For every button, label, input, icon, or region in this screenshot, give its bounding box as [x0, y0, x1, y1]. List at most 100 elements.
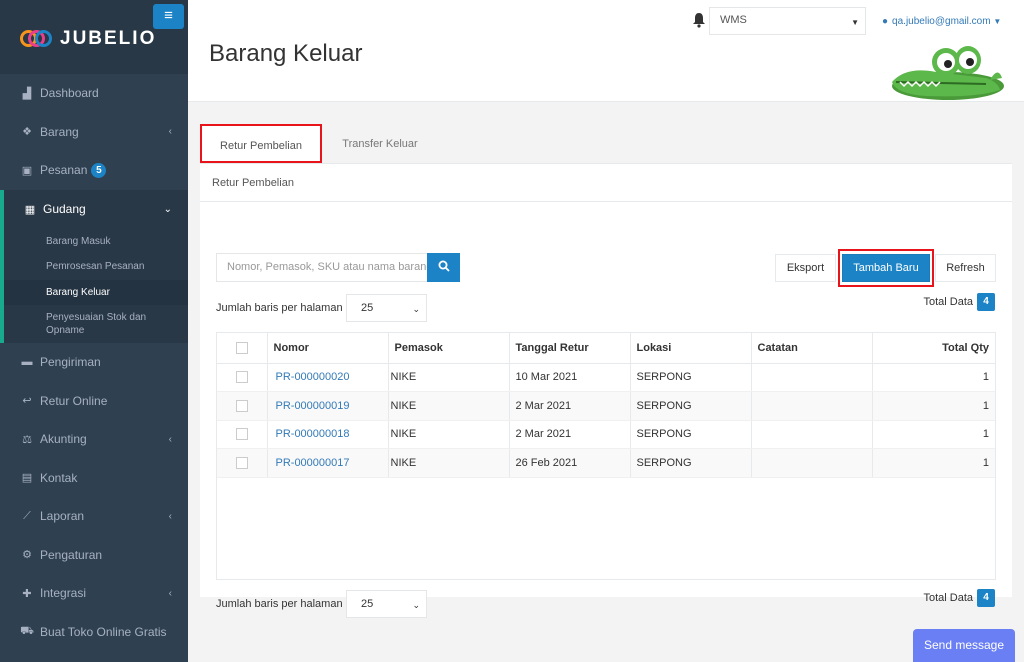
pemasok-cell: NIKE	[388, 391, 510, 421]
puzzle-icon: ✚	[22, 587, 32, 600]
gift-icon: ▣	[21, 164, 33, 177]
cubes-icon: ❖	[22, 126, 32, 139]
sidebar-item-label: Barang	[40, 124, 79, 139]
total-data-bottom: Total Data 4	[923, 589, 995, 607]
qty-cell: 1	[872, 420, 995, 449]
total-data: Total Data 4	[923, 293, 995, 311]
nomor-link[interactable]: PR-000000017	[267, 448, 389, 478]
chevron-left-icon: ‹	[168, 126, 172, 138]
jubelio-logo[interactable]: JUBELIO	[20, 28, 156, 50]
caret-down-icon: ▼	[851, 18, 859, 27]
sidebar-item-gudang[interactable]: ▦ Gudang ⌄	[0, 189, 188, 229]
column-header[interactable]: Lokasi	[630, 333, 752, 364]
send-message-button[interactable]: Send message	[913, 629, 1015, 662]
rows-per-page-select-bottom[interactable]: 25 ⌄	[346, 590, 427, 618]
sidebar-item-pengaturan[interactable]: ⚙ Pengaturan	[0, 536, 188, 575]
qty-cell: 1	[872, 363, 995, 392]
qty-cell: 1	[872, 448, 995, 478]
select-all-checkbox[interactable]	[217, 333, 268, 364]
user-menu[interactable]: ● qa.jubelio@gmail.com ▼	[882, 16, 1001, 27]
sidebar-item-laporan[interactable]: ⟋ Laporan ‹	[0, 497, 188, 536]
table-row[interactable]: PR-000000018 NIKE 2 Mar 2021 SERPONG 1	[217, 420, 995, 449]
chart-area-icon: ▟	[22, 87, 32, 100]
sidebar-item-label: Akunting	[40, 432, 87, 447]
building-icon: ▦	[24, 203, 36, 216]
panel-title: Retur Pembelian	[200, 164, 1012, 202]
row-checkbox[interactable]	[217, 448, 268, 478]
submenu-item-penyesuaian-stok[interactable]: Penyesuaian Stok dan Opname	[4, 305, 188, 343]
tanggal-cell: 2 Mar 2021	[509, 391, 631, 421]
pesanan-count-badge: 5	[91, 162, 107, 178]
pemasok-cell: NIKE	[388, 448, 510, 478]
sidebar-item-akunting[interactable]: ⚖ Akunting ‹	[0, 420, 188, 459]
sidebar-item-label: Gudang	[43, 202, 86, 216]
lokasi-cell: SERPONG	[630, 448, 752, 478]
column-header[interactable]: Catatan	[751, 333, 873, 364]
chevron-down-icon: ⌄	[412, 304, 420, 314]
catatan-cell	[751, 448, 873, 478]
pemasok-cell: NIKE	[388, 420, 510, 449]
nomor-link[interactable]: PR-000000020	[267, 363, 389, 392]
qty-cell: 1	[872, 391, 995, 421]
bell-icon[interactable]	[692, 12, 706, 28]
user-icon: ●	[882, 16, 889, 27]
sidebar-item-buat-toko[interactable]: ⛟ Buat Toko Online Gratis	[0, 613, 188, 652]
submenu-item-barang-masuk[interactable]: Barang Masuk	[4, 229, 188, 255]
column-header[interactable]: Nomor	[267, 333, 389, 364]
logo-mark-icon	[20, 28, 54, 50]
row-checkbox[interactable]	[217, 391, 268, 421]
sidebar-item-dashboard[interactable]: ▟ Dashboard	[0, 74, 188, 113]
sidebar-item-label: Buat Toko Online Gratis	[40, 624, 167, 639]
sidebar-item-pengiriman[interactable]: ▬ Pengiriman	[0, 343, 188, 382]
submenu-item-pemrosesan-pesanan[interactable]: Pemrosesan Pesanan	[4, 254, 188, 280]
sidebar-item-kontak[interactable]: ▤ Kontak	[0, 459, 188, 498]
sidebar-item-barang[interactable]: ❖ Barang ‹	[0, 113, 188, 152]
refresh-button[interactable]: Refresh	[935, 254, 996, 282]
nomor-link[interactable]: PR-000000019	[267, 391, 389, 421]
submenu-item-barang-keluar[interactable]: Barang Keluar	[4, 279, 188, 305]
logo-area: JUBELIO ≡	[0, 0, 188, 74]
rows-per-page-select[interactable]: 25 ⌄	[346, 294, 427, 322]
chevron-left-icon: ‹	[168, 587, 172, 599]
table-row[interactable]: PR-000000020 NIKE 10 Mar 2021 SERPONG 1	[217, 363, 995, 392]
chevron-down-icon: ⌄	[163, 203, 172, 215]
sidebar-item-retur-online[interactable]: ↩ Retur Online	[0, 382, 188, 421]
column-header[interactable]: Tanggal Retur	[509, 333, 631, 364]
sidebar-item-pesanan[interactable]: ▣ Pesanan 5	[0, 151, 188, 190]
tab-bar: Retur Pembelian Transfer Keluar	[200, 124, 1012, 163]
catatan-cell	[751, 420, 873, 449]
export-button[interactable]: Eksport	[775, 254, 836, 282]
nomor-link[interactable]: PR-000000018	[267, 420, 389, 449]
address-card-icon: ▤	[21, 472, 33, 485]
pemasok-cell: NIKE	[388, 363, 510, 392]
sidebar-item-label: Dashboard	[40, 86, 99, 101]
column-header[interactable]: Total Qty	[872, 333, 995, 364]
table-row[interactable]: PR-000000019 NIKE 2 Mar 2021 SERPONG 1	[217, 391, 995, 421]
sidebar-item-label: Integrasi	[40, 586, 87, 601]
menu-toggle-button[interactable]: ≡	[153, 4, 184, 29]
caret-down-icon: ▼	[993, 17, 1002, 26]
truck-icon: ▬	[21, 356, 33, 369]
column-header[interactable]: Pemasok	[388, 333, 510, 364]
table-row[interactable]: PR-000000017 NIKE 26 Feb 2021 SERPONG 1	[217, 448, 995, 478]
rows-per-page-label-bottom: Jumlah baris per halaman	[216, 598, 343, 610]
row-checkbox[interactable]	[217, 363, 268, 392]
location-select[interactable]: WMS ▼	[709, 7, 866, 35]
sidebar-item-integrasi[interactable]: ✚ Integrasi ‹	[0, 574, 188, 613]
main-content: Retur Pembelian Transfer Keluar Retur Pe…	[200, 124, 1012, 618]
shopping-cart-icon: ⛟	[20, 624, 34, 637]
search-button[interactable]	[427, 253, 460, 282]
search-input[interactable]: Nomor, Pemasok, SKU atau nama barang	[216, 253, 428, 282]
row-checkbox[interactable]	[217, 420, 268, 449]
sidebar: JUBELIO ≡ ▟ Dashboard ❖ Barang ‹ ▣ Pesan…	[0, 0, 188, 662]
tab-retur-pembelian[interactable]: Retur Pembelian	[200, 124, 322, 163]
search-icon	[438, 260, 450, 272]
add-new-button[interactable]: Tambah Baru	[842, 254, 930, 282]
sidebar-item-label: Pengaturan	[40, 547, 103, 562]
cogs-icon: ⚙	[22, 549, 32, 562]
tab-transfer-keluar[interactable]: Transfer Keluar	[328, 124, 432, 163]
reply-icon: ↩	[22, 395, 32, 408]
lokasi-cell: SERPONG	[630, 363, 752, 392]
sidebar-item-label: Retur Online	[40, 393, 108, 408]
table-header-row: Nomor Pemasok Tanggal Retur Lokasi Catat…	[217, 333, 995, 364]
